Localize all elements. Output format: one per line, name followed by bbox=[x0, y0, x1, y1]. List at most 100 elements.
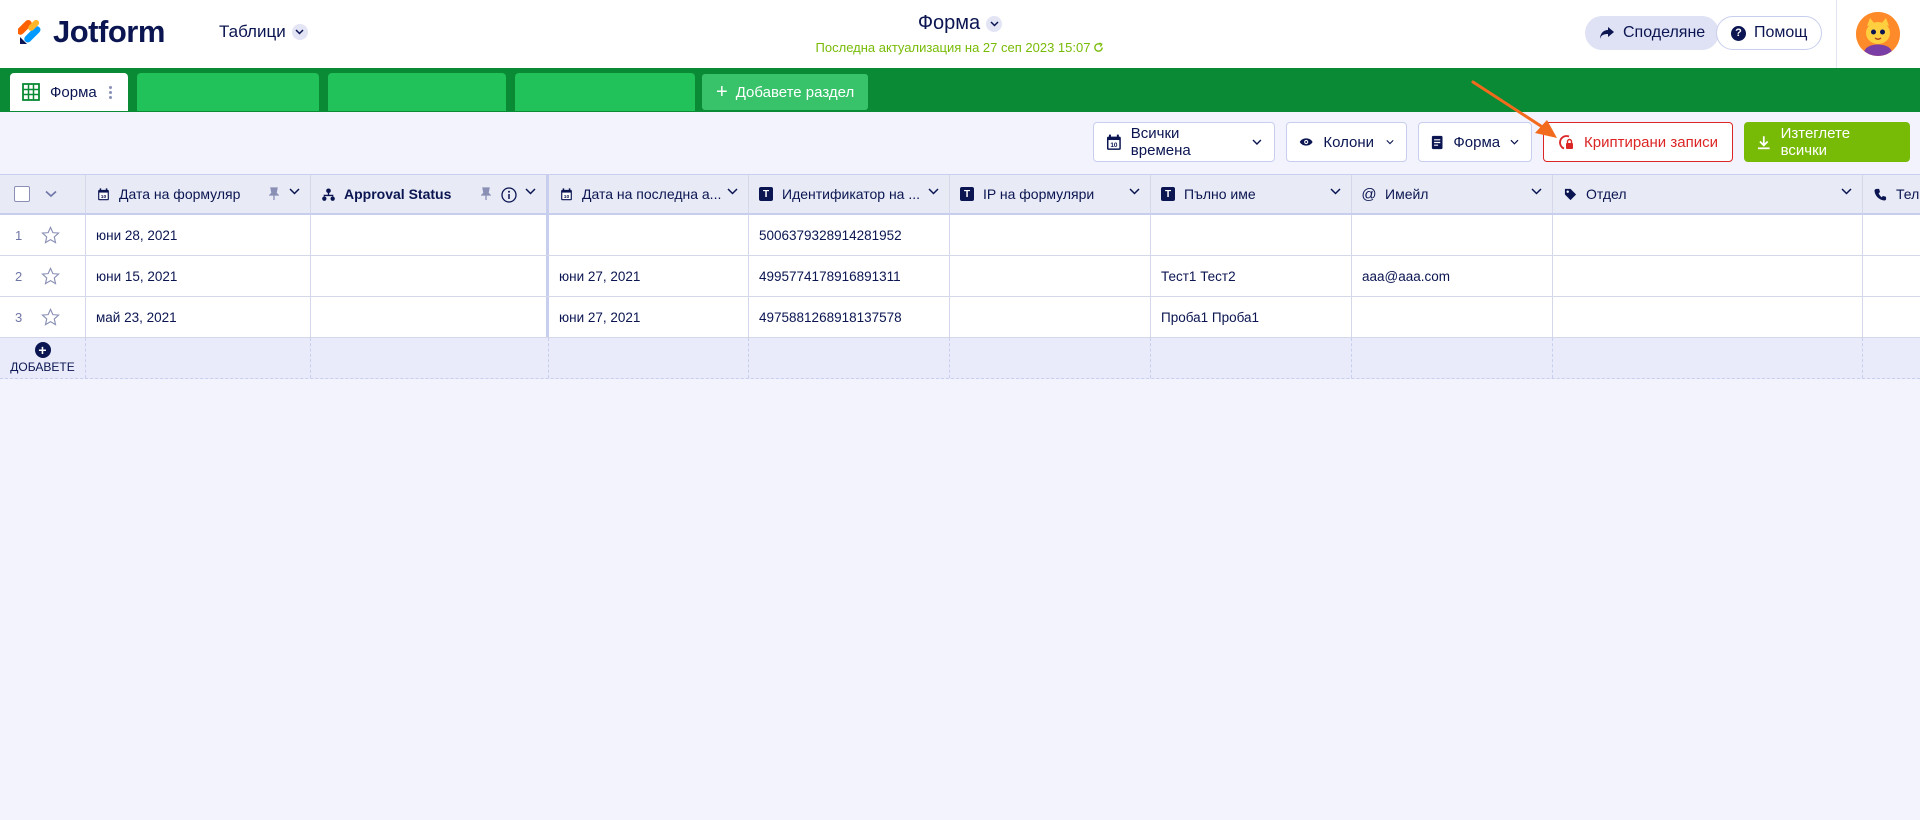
svg-text:10: 10 bbox=[563, 193, 569, 199]
add-row: + ДОБАВЕТЕ bbox=[0, 338, 1920, 379]
phone-icon bbox=[1873, 187, 1887, 201]
table-cell[interactable] bbox=[549, 215, 749, 255]
chevron-down-icon[interactable] bbox=[1841, 188, 1852, 195]
table-cell[interactable] bbox=[1352, 297, 1553, 337]
row-number-cell: 3 bbox=[0, 297, 86, 337]
table-cell[interactable]: 5006379328914281952 bbox=[749, 215, 950, 255]
column-header-last-update-date[interactable]: 10 Дата на последна а... bbox=[549, 175, 749, 213]
table-cell[interactable]: 4975881268918137578 bbox=[749, 297, 950, 337]
column-header-department[interactable]: Отдел bbox=[1553, 175, 1863, 213]
chevron-down-icon[interactable] bbox=[525, 188, 536, 195]
table-cell[interactable] bbox=[950, 215, 1151, 255]
more-vertical-icon[interactable] bbox=[108, 85, 112, 99]
add-row-cell bbox=[549, 338, 749, 378]
pin-icon[interactable] bbox=[481, 187, 491, 201]
tables-menu[interactable]: Таблици bbox=[219, 22, 308, 42]
tab-section-4[interactable] bbox=[515, 73, 695, 111]
text-icon: T bbox=[1161, 187, 1175, 201]
table-cell[interactable] bbox=[950, 297, 1151, 337]
form-title: Форма bbox=[917, 12, 981, 34]
encrypted-records-button[interactable]: Криптирани записи bbox=[1543, 122, 1733, 162]
eye-icon bbox=[1299, 138, 1313, 146]
table-cell[interactable] bbox=[1863, 215, 1920, 255]
header-divider bbox=[1836, 0, 1837, 68]
table-cell[interactable]: юни 27, 2021 bbox=[549, 297, 749, 337]
tab-section-3[interactable] bbox=[328, 73, 506, 111]
download-all-button[interactable]: Изтеглете всички bbox=[1744, 122, 1910, 162]
table-cell[interactable]: юни 28, 2021 bbox=[86, 215, 311, 255]
column-header-label: Дата на последна а... bbox=[582, 186, 722, 202]
table-cell[interactable] bbox=[1863, 297, 1920, 337]
column-header-email[interactable]: @ Имейл bbox=[1352, 175, 1553, 213]
table-cell[interactable] bbox=[311, 297, 549, 337]
table-cell[interactable] bbox=[311, 256, 549, 296]
column-header-phone[interactable]: Тел bbox=[1863, 175, 1920, 213]
tab-form-label: Форма bbox=[50, 83, 97, 101]
cell-value: юни 27, 2021 bbox=[559, 268, 641, 284]
share-arrow-icon bbox=[1600, 27, 1614, 39]
table-row[interactable]: 2 юни 15, 2021 юни 27, 2021 499577417891689… bbox=[0, 256, 1920, 297]
table-cell[interactable]: aaa@aaa.com bbox=[1352, 256, 1553, 296]
info-icon[interactable] bbox=[501, 187, 517, 203]
table-cell[interactable] bbox=[1352, 215, 1553, 255]
tab-form[interactable]: Форма bbox=[10, 73, 128, 111]
table-row[interactable]: 3 май 23, 2021 юни 27, 2021 497588126891813… bbox=[0, 297, 1920, 338]
add-section-button[interactable]: + Добавете раздел bbox=[702, 74, 869, 110]
chevron-down-icon[interactable] bbox=[1531, 188, 1542, 195]
chevron-down-icon[interactable] bbox=[928, 188, 939, 195]
column-header-full-name[interactable]: T Пълно име bbox=[1151, 175, 1352, 213]
table-cell[interactable] bbox=[950, 256, 1151, 296]
columns-dropdown[interactable]: Колони bbox=[1286, 122, 1407, 162]
cell-value: 4995774178916891311 bbox=[759, 268, 901, 284]
app-header: Jotform Таблици Форма Последна актуализа… bbox=[0, 0, 1920, 68]
table-cell[interactable] bbox=[1553, 215, 1863, 255]
all-times-dropdown[interactable]: 10 Всички времена bbox=[1093, 122, 1275, 162]
chevron-down-icon[interactable] bbox=[727, 188, 738, 195]
select-all-cell bbox=[0, 175, 86, 213]
cell-value: Тест1 Тест2 bbox=[1161, 268, 1236, 284]
star-icon[interactable] bbox=[41, 308, 61, 326]
chevron-down-icon[interactable] bbox=[1129, 188, 1140, 195]
table-cell[interactable] bbox=[1553, 256, 1863, 296]
column-header-form-date[interactable]: 10 Дата на формуляр bbox=[86, 175, 311, 213]
chevron-down-icon[interactable] bbox=[1330, 188, 1341, 195]
column-header-label: Имейл bbox=[1385, 186, 1429, 202]
user-avatar[interactable] bbox=[1856, 12, 1900, 56]
column-header-approval-status[interactable]: Approval Status bbox=[311, 175, 549, 213]
cell-value: Проба1 Проба1 bbox=[1161, 309, 1260, 325]
table-cell[interactable]: Тест1 Тест2 bbox=[1151, 256, 1352, 296]
table-cell[interactable]: май 23, 2021 bbox=[86, 297, 311, 337]
table-cell[interactable]: 4995774178916891311 bbox=[749, 256, 950, 296]
star-icon[interactable] bbox=[41, 226, 61, 244]
cell-value: юни 28, 2021 bbox=[96, 227, 178, 243]
column-header-label: Тел bbox=[1896, 186, 1920, 202]
table-row[interactable]: 1 юни 28, 2021 5006379328914281952 bbox=[0, 215, 1920, 256]
pin-icon[interactable] bbox=[269, 187, 279, 201]
chevron-down-icon[interactable] bbox=[289, 188, 300, 195]
table-cell[interactable] bbox=[1863, 256, 1920, 296]
jotform-logo[interactable]: Jotform bbox=[18, 14, 165, 50]
table-cell[interactable]: Проба1 Проба1 bbox=[1151, 297, 1352, 337]
refresh-icon[interactable] bbox=[1093, 42, 1104, 53]
add-row-cell bbox=[950, 338, 1151, 378]
table-cell[interactable]: юни 15, 2021 bbox=[86, 256, 311, 296]
table-cell[interactable]: юни 27, 2021 bbox=[549, 256, 749, 296]
chevron-down-icon[interactable] bbox=[45, 190, 57, 198]
star-icon[interactable] bbox=[41, 267, 61, 285]
add-row-cell bbox=[1352, 338, 1553, 378]
add-row-button[interactable]: + ДОБАВЕТЕ bbox=[0, 338, 86, 378]
column-header-submission-id[interactable]: T Идентификатор на ... bbox=[749, 175, 950, 213]
cell-value: юни 15, 2021 bbox=[96, 268, 178, 284]
column-header-submission-ip[interactable]: T IP на формуляри bbox=[950, 175, 1151, 213]
tab-section-2[interactable] bbox=[137, 73, 319, 111]
table-cell[interactable] bbox=[1553, 297, 1863, 337]
help-button[interactable]: ? Помощ bbox=[1716, 16, 1823, 50]
cell-value: юни 27, 2021 bbox=[559, 309, 641, 325]
share-button[interactable]: Споделяне bbox=[1585, 16, 1720, 50]
select-all-checkbox[interactable] bbox=[14, 186, 30, 202]
column-header-label: Дата на формуляр bbox=[119, 186, 241, 202]
table-cell[interactable] bbox=[311, 215, 549, 255]
tables-menu-label: Таблици bbox=[219, 22, 286, 41]
form-title-dropdown[interactable]: Форма bbox=[917, 12, 1003, 35]
table-cell[interactable] bbox=[1151, 215, 1352, 255]
